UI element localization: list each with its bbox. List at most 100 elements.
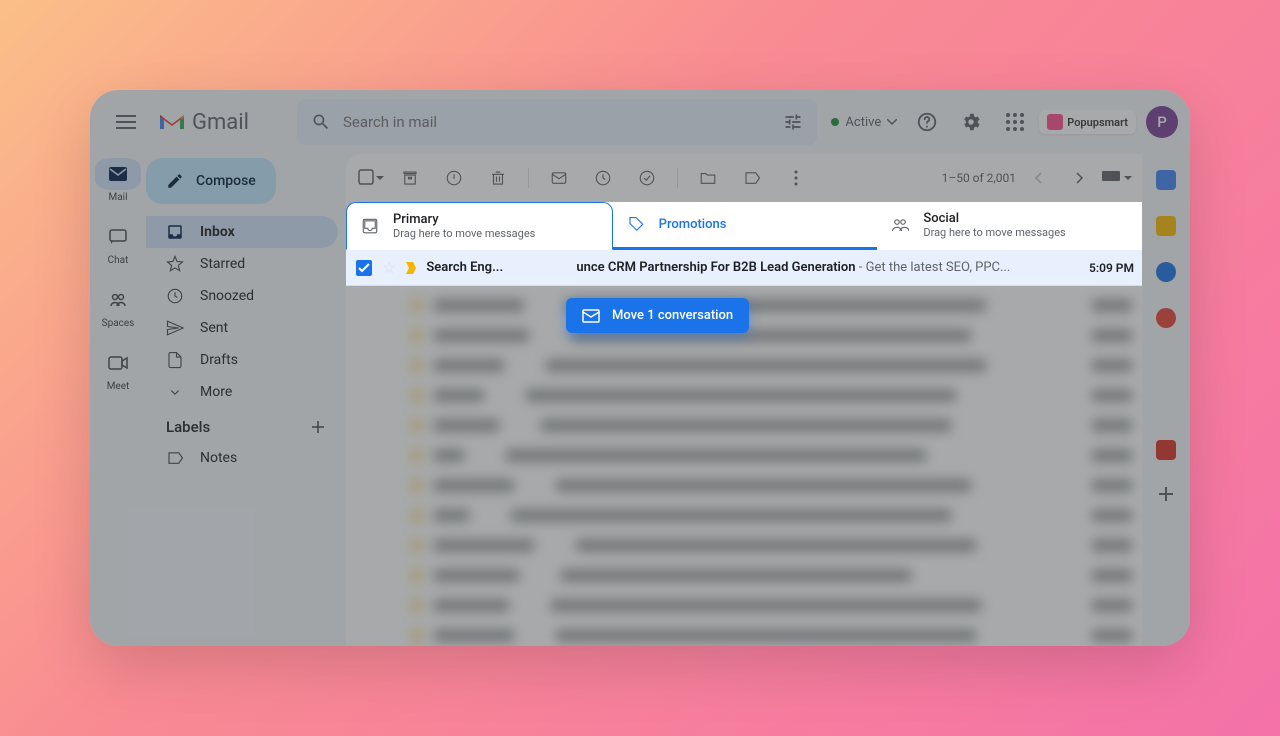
caret-down-icon [376, 176, 384, 181]
blurred-emails [346, 286, 1142, 646]
rail-meet[interactable]: Meet [102, 347, 134, 392]
clock-icon [166, 287, 184, 305]
account-avatar[interactable]: P [1146, 106, 1178, 138]
chevron-right-icon [1076, 172, 1084, 184]
send-icon [166, 319, 184, 337]
tag-icon [627, 216, 645, 234]
trash-icon [489, 169, 507, 187]
search-input[interactable] [343, 113, 771, 131]
app-name: Gmail [192, 110, 249, 135]
chevron-down-icon [887, 119, 897, 125]
label-icon [743, 169, 761, 187]
task-icon [638, 169, 656, 187]
labels-header: Labels [146, 408, 338, 442]
side-panel [1142, 154, 1190, 646]
nav-snoozed[interactable]: Snoozed [146, 280, 338, 312]
separator [528, 168, 529, 188]
prev-page-button[interactable] [1018, 158, 1058, 198]
tasks-addon[interactable] [1156, 262, 1176, 282]
pencil-icon [166, 172, 184, 190]
email-time: 5:09 PM [1089, 261, 1134, 275]
mark-unread-button[interactable] [539, 158, 579, 198]
add-task-button[interactable] [627, 158, 667, 198]
sidebar: Compose Inbox Starred Snoozed Sent Draft… [146, 154, 346, 646]
move-to-button[interactable] [688, 158, 728, 198]
spam-button[interactable] [434, 158, 474, 198]
archive-icon [401, 169, 419, 187]
spam-icon [445, 169, 463, 187]
select-checkbox[interactable] [356, 158, 386, 198]
more-button[interactable] [776, 158, 816, 198]
snooze-button[interactable] [583, 158, 623, 198]
email-star[interactable]: ☆ [382, 258, 396, 277]
hamburger-icon [116, 115, 136, 129]
labels-button[interactable] [732, 158, 772, 198]
search-bar[interactable] [297, 99, 817, 145]
separator [677, 168, 678, 188]
popupsmart-icon [1047, 114, 1063, 130]
email-sender: Search Eng... [426, 260, 566, 275]
apps-button[interactable] [995, 102, 1035, 142]
settings-button[interactable] [951, 102, 991, 142]
drag-tooltip: Move 1 conversation [566, 298, 749, 333]
status-chip[interactable]: Active [825, 115, 903, 130]
support-button[interactable] [907, 102, 947, 142]
contacts-addon[interactable] [1156, 308, 1176, 328]
label-notes[interactable]: Notes [146, 442, 338, 474]
tab-primary[interactable]: Primary Drag here to move messages [346, 202, 613, 250]
plus-icon[interactable] [310, 419, 326, 435]
compose-button[interactable]: Compose [146, 158, 276, 204]
rail-mail[interactable]: Mail [95, 158, 141, 203]
keyboard-icon [1102, 171, 1124, 185]
file-icon [166, 351, 184, 369]
gmail-window: Gmail Active Popupsmart [90, 90, 1190, 646]
rail-chat[interactable]: Chat [102, 221, 134, 266]
tune-icon[interactable] [783, 112, 803, 132]
delete-button[interactable] [478, 158, 518, 198]
apps-grid-icon [1006, 113, 1024, 131]
body: Mail Chat Spaces Meet Compose [90, 154, 1190, 646]
popupsmart-badge[interactable]: Popupsmart [1039, 110, 1136, 134]
popupsmart-label: Popupsmart [1067, 116, 1128, 129]
nav-starred[interactable]: Starred [146, 248, 338, 280]
nav-more[interactable]: More [146, 376, 338, 408]
email-subject: unce CRM Partnership For B2B Lead Genera… [576, 260, 1010, 275]
nav-sent[interactable]: Sent [146, 312, 338, 344]
keep-addon[interactable] [1156, 216, 1176, 236]
nav-inbox[interactable]: Inbox [146, 216, 338, 248]
inbox-icon [166, 223, 184, 241]
envelope-icon [550, 169, 568, 187]
nav-drafts[interactable]: Drafts [146, 344, 338, 376]
chat-icon [102, 221, 134, 253]
tab-promotions[interactable]: Promotions [613, 202, 878, 250]
next-page-button[interactable] [1060, 158, 1100, 198]
add-addon-button[interactable] [1158, 486, 1174, 502]
input-tools-button[interactable] [1102, 158, 1132, 198]
search-icon [311, 112, 331, 132]
envelope-icon [582, 309, 600, 323]
archive-button[interactable] [390, 158, 430, 198]
gmail-logo[interactable]: Gmail [158, 110, 249, 135]
chevron-left-icon [1034, 172, 1042, 184]
checkbox-icon [358, 169, 376, 187]
header-right: Active Popupsmart P [825, 102, 1178, 142]
important-marker-icon[interactable] [406, 262, 416, 274]
gear-icon [960, 111, 982, 133]
mail-icon [95, 158, 141, 190]
toolbar-right: 1–50 of 2,001 [942, 158, 1132, 198]
rail-spaces[interactable]: Spaces [102, 284, 135, 329]
tab-social[interactable]: Social Drag here to move messages [877, 202, 1142, 250]
caret-down-icon [1124, 176, 1132, 181]
people-icon [891, 216, 909, 234]
chevron-down-icon [166, 383, 184, 401]
category-tabs: Primary Drag here to move messages Promo… [346, 202, 1142, 250]
email-row-selected[interactable]: ☆ Search Eng... unce CRM Partnership For… [346, 250, 1142, 286]
addon-extra[interactable] [1156, 440, 1176, 460]
meet-icon [102, 347, 134, 379]
calendar-addon[interactable] [1156, 170, 1176, 190]
compose-label: Compose [196, 173, 256, 189]
main-menu-button[interactable] [102, 98, 150, 146]
clock-icon [594, 169, 612, 187]
email-checkbox[interactable] [356, 260, 372, 276]
toolbar: 1–50 of 2,001 [346, 154, 1142, 202]
